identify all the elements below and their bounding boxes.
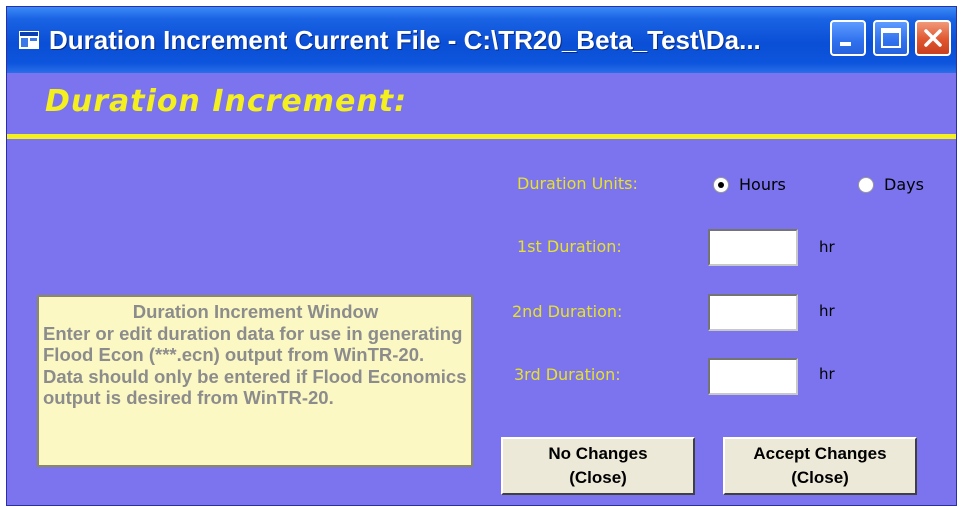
accept-changes-line2: (Close) <box>791 468 849 487</box>
window-title: Duration Increment Current File - C:\TR2… <box>49 25 761 55</box>
radio-days[interactable]: Days <box>858 175 924 194</box>
third-duration-unit: hr <box>819 365 835 383</box>
page-title: Duration Increment: <box>45 84 408 119</box>
help-body: Enter or edit duration data for use in g… <box>43 322 467 409</box>
heading-divider <box>7 134 956 139</box>
title-bar[interactable]: Duration Increment Current File - C:\TR2… <box>7 7 956 73</box>
radio-hours-indicator[interactable] <box>713 176 729 193</box>
maximize-button[interactable] <box>873 20 909 56</box>
third-duration-label: 3rd Duration: <box>514 365 621 384</box>
first-duration-label: 1st Duration: <box>517 237 622 256</box>
help-text-box: Duration Increment Window Enter or edit … <box>37 295 473 467</box>
accept-changes-line1: Accept Changes <box>753 444 887 463</box>
radio-hours-label[interactable]: Hours <box>739 175 786 194</box>
second-duration-unit: hr <box>819 302 835 320</box>
duration-increment-window: Duration Increment Current File - C:\TR2… <box>6 6 957 506</box>
no-changes-button[interactable]: No Changes (Close) <box>501 437 695 495</box>
window-app-icon[interactable] <box>19 31 39 49</box>
maximize-icon <box>881 28 901 48</box>
first-duration-unit: hr <box>819 238 835 256</box>
minimize-button[interactable] <box>830 20 866 56</box>
no-changes-line1: No Changes <box>548 444 648 463</box>
first-duration-input[interactable] <box>708 229 798 266</box>
no-changes-line2: (Close) <box>569 468 627 487</box>
accept-changes-button[interactable]: Accept Changes (Close) <box>723 437 917 495</box>
duration-units-label: Duration Units: <box>517 174 638 193</box>
second-duration-input[interactable] <box>708 294 798 331</box>
radio-hours[interactable]: Hours <box>713 175 786 194</box>
minimize-icon <box>840 42 851 46</box>
radio-days-indicator[interactable] <box>858 176 874 193</box>
radio-days-label[interactable]: Days <box>884 175 924 194</box>
help-title: Duration Increment Window <box>132 301 379 322</box>
second-duration-label: 2nd Duration: <box>512 302 623 321</box>
close-button[interactable] <box>915 20 951 56</box>
third-duration-input[interactable] <box>708 358 798 395</box>
close-icon <box>924 29 942 47</box>
